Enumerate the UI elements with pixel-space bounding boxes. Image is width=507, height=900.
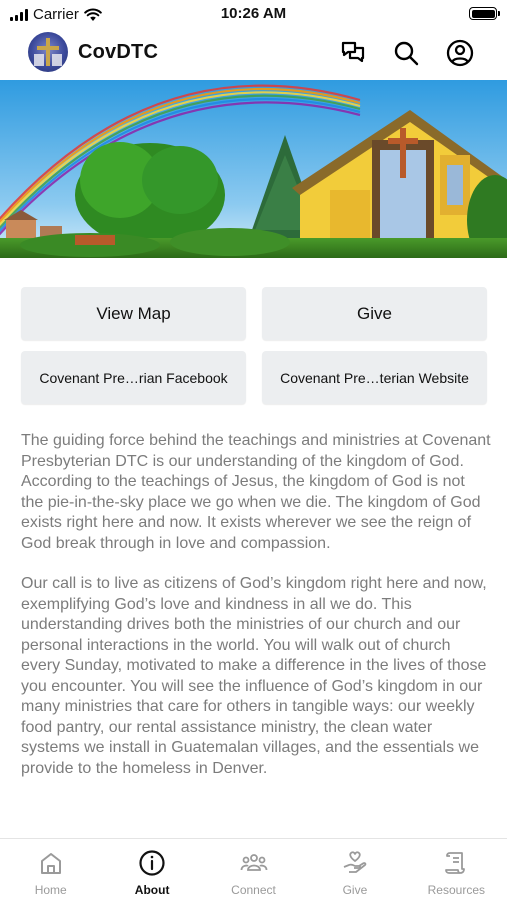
tab-label: Resources [427, 883, 485, 897]
people-icon [240, 854, 267, 871]
bottom-tab-bar: Home About Connect Give Resources [0, 838, 507, 900]
status-bar: Carrier 10:26 AM [0, 0, 507, 28]
battery-icon [469, 7, 500, 20]
scroll-icon [445, 852, 466, 874]
info-icon [139, 850, 165, 876]
tab-connect[interactable]: Connect [203, 839, 304, 900]
tab-label: Connect [231, 883, 276, 897]
tab-about[interactable]: About [101, 839, 202, 900]
chat-icon[interactable] [338, 38, 368, 68]
account-icon[interactable] [445, 38, 475, 68]
tab-label: Home [34, 883, 67, 897]
home-icon [40, 853, 61, 874]
app-header: CovDTC [0, 28, 507, 78]
tab-give[interactable]: Give [304, 839, 405, 900]
about-paragraph: Our call is to live as citizens of God’s… [21, 575, 487, 777]
tab-label: Give [342, 883, 368, 897]
app-title: CovDTC [78, 41, 159, 63]
view-map-button[interactable]: View Map [21, 287, 246, 340]
give-button[interactable]: Give [262, 287, 487, 340]
tab-label: About [134, 883, 170, 897]
tab-home[interactable]: Home [0, 839, 101, 900]
facebook-link-button[interactable]: Covenant Pre…rian Facebook [21, 351, 246, 404]
hand-heart-icon [343, 851, 367, 873]
search-icon[interactable] [391, 38, 421, 68]
church-logo [28, 32, 68, 72]
about-paragraph: The guiding force behind the teachings a… [21, 432, 491, 552]
tab-resources[interactable]: Resources [406, 839, 507, 900]
website-link-button[interactable]: Covenant Pre…terian Website [262, 351, 487, 404]
hero-image [0, 80, 507, 258]
about-content: The guiding force behind the teachings a… [21, 431, 491, 799]
status-time: 10:26 AM [220, 5, 287, 22]
